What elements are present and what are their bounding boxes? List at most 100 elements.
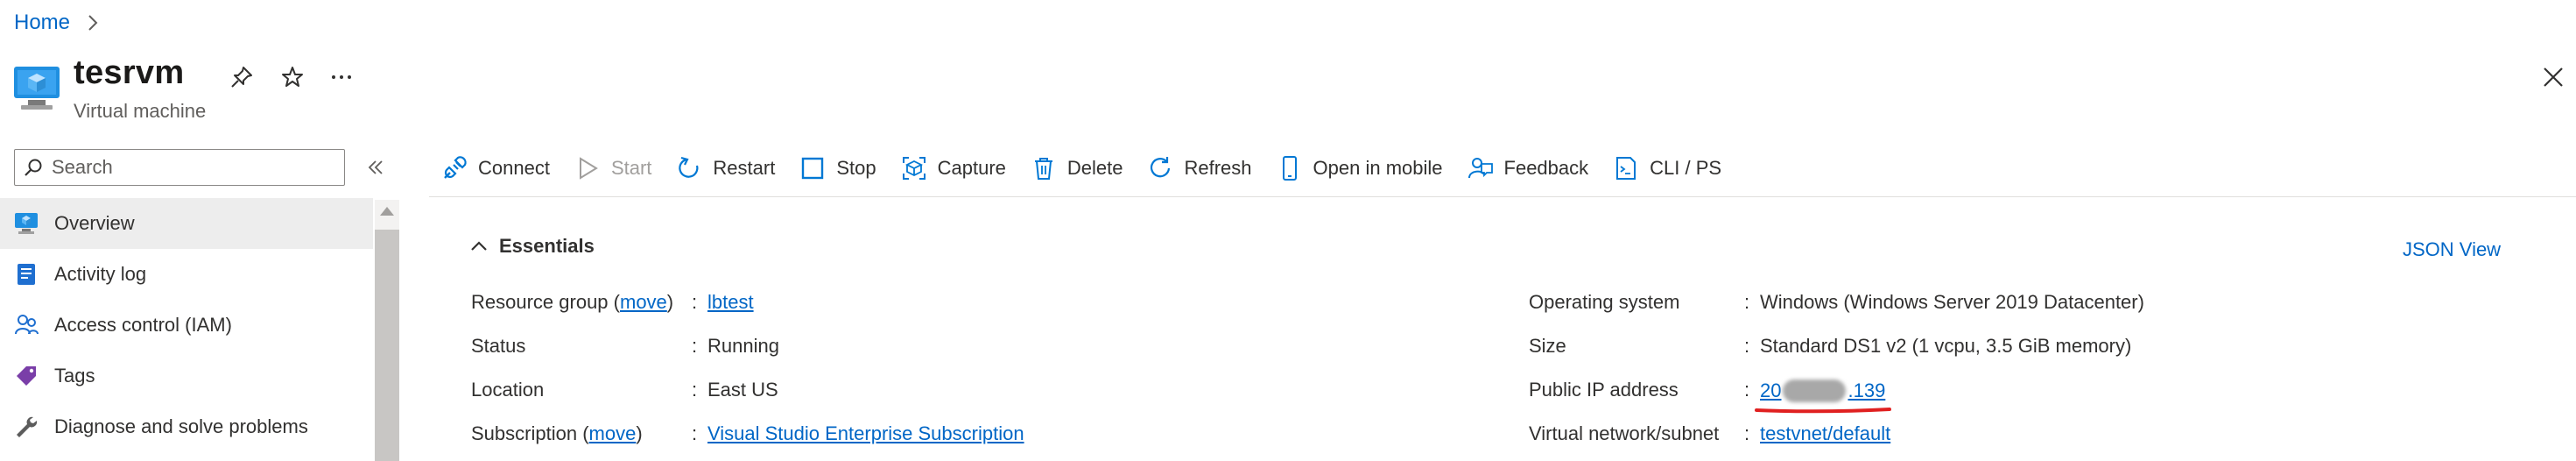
resource-type-subtitle: Virtual machine — [74, 100, 207, 122]
start-button[interactable]: Start — [574, 155, 651, 181]
sidebar-item-label: Overview — [54, 212, 135, 234]
cli-ps-label: CLI / PS — [1650, 157, 1722, 179]
public-ip-end[interactable]: .139 — [1848, 379, 1885, 402]
sidebar-scrollbar-thumb[interactable] — [375, 230, 399, 461]
colon-separator: : — [692, 379, 698, 401]
json-view-link[interactable]: JSON View — [2403, 238, 2501, 261]
colon-separator: : — [1744, 422, 1750, 444]
stop-icon — [802, 157, 824, 180]
trash-icon — [1034, 158, 1052, 180]
search-input[interactable] — [52, 156, 332, 179]
sidebar-item-label: Tags — [54, 365, 95, 387]
size-value: Standard DS1 v2 (1 vcpu, 3.5 GiB memory) — [1760, 335, 2132, 357]
chevron-right-icon — [88, 15, 98, 31]
start-label: Start — [610, 157, 652, 179]
subscription-label: Subscription (move) — [471, 422, 643, 444]
close-icon — [2544, 67, 2563, 87]
feedback-icon — [1467, 158, 1493, 179]
connect-plug-icon — [444, 156, 467, 179]
restart-label: Restart — [713, 157, 776, 179]
mobile-phone-icon — [1282, 156, 1297, 181]
iam-icon — [15, 315, 39, 335]
capture-button[interactable]: Capture — [901, 155, 1006, 181]
feedback-label: Feedback — [1503, 157, 1589, 179]
search-icon — [25, 159, 42, 176]
location-label: Location — [471, 379, 545, 401]
collapse-sidebar-button[interactable] — [361, 152, 391, 182]
connect-label: Connect — [478, 157, 550, 179]
resource-group-value[interactable]: lbtest — [707, 291, 754, 314]
colon-separator: : — [1744, 379, 1750, 401]
virtual-machine-icon — [14, 67, 60, 110]
delete-label: Delete — [1066, 157, 1123, 179]
close-blade-button[interactable] — [2536, 60, 2571, 95]
connect-button[interactable]: Connect — [441, 155, 550, 181]
cli-terminal-icon — [1616, 157, 1636, 180]
pin-icon — [231, 67, 252, 88]
subscription-label-text: Subscription — [471, 422, 578, 444]
feedback-button[interactable]: Feedback — [1467, 155, 1589, 181]
subscription-move-link[interactable]: move — [589, 422, 637, 444]
command-bar: Connect Start Restart Stop Capture Delet… — [441, 151, 1746, 186]
public-ip-value[interactable]: 20 .139 — [1760, 379, 1885, 403]
open-in-mobile-button[interactable]: Open in mobile — [1277, 155, 1443, 181]
restart-button[interactable]: Restart — [676, 155, 775, 181]
sidebar-item-diagnose[interactable]: Diagnose and solve problems — [0, 401, 373, 452]
cli-ps-button[interactable]: CLI / PS — [1613, 155, 1721, 181]
stop-label: Stop — [836, 157, 876, 179]
redacted-blur — [1783, 379, 1847, 402]
vnet-label: Virtual network/subnet — [1529, 422, 1720, 444]
os-value: Windows (Windows Server 2019 Datacenter) — [1760, 291, 2144, 313]
refresh-button[interactable]: Refresh — [1147, 155, 1252, 181]
activity-log-icon — [18, 264, 35, 285]
overview-icon — [15, 213, 38, 234]
public-ip-start[interactable]: 20 — [1760, 379, 1781, 402]
sidebar-menu: Overview Activity log Access control (IA… — [0, 198, 373, 452]
resource-group-move-link[interactable]: move — [620, 291, 667, 313]
pin-button[interactable] — [224, 60, 259, 95]
tag-icon — [17, 366, 36, 386]
favorite-button[interactable] — [275, 60, 310, 95]
subscription-value[interactable]: Visual Studio Enterprise Subscription — [707, 422, 1024, 445]
double-chevron-left-icon — [368, 160, 383, 174]
vnet-value[interactable]: testvnet/default — [1760, 422, 1890, 445]
sidebar-item-overview[interactable]: Overview — [0, 198, 373, 249]
delete-button[interactable]: Delete — [1031, 155, 1123, 181]
resource-group-label: Resource group (move) — [471, 291, 674, 313]
colon-separator: : — [1744, 335, 1750, 357]
red-annotation-underline — [1755, 408, 1891, 414]
capture-label: Capture — [937, 157, 1006, 179]
sidebar-item-access-control[interactable]: Access control (IAM) — [0, 300, 373, 351]
colon-separator: : — [1744, 291, 1750, 313]
scroll-up-arrow-icon[interactable] — [378, 205, 396, 217]
os-label: Operating system — [1529, 291, 1680, 313]
refresh-label: Refresh — [1184, 157, 1252, 179]
colon-separator: : — [692, 422, 698, 444]
breadcrumb: Home — [14, 9, 103, 37]
sidebar-item-label: Activity log — [54, 263, 147, 285]
essentials-toggle[interactable]: Essentials — [469, 235, 595, 258]
breadcrumb-home-link[interactable]: Home — [14, 11, 70, 35]
more-icon — [332, 75, 351, 79]
wrench-icon — [17, 416, 38, 437]
stop-button[interactable]: Stop — [799, 155, 876, 181]
sidebar-search[interactable] — [14, 149, 345, 186]
size-label: Size — [1529, 335, 1566, 357]
capture-icon — [902, 157, 926, 180]
status-label: Status — [471, 335, 526, 357]
page-title: tesrvm — [74, 54, 185, 91]
resource-group-label-text: Resource group — [471, 291, 609, 313]
open-in-mobile-label: Open in mobile — [1313, 157, 1443, 179]
sidebar-item-label: Diagnose and solve problems — [54, 415, 308, 437]
play-icon — [579, 157, 598, 180]
essentials-title: Essentials — [499, 235, 595, 257]
location-value: East US — [707, 379, 778, 401]
sidebar-item-tags[interactable]: Tags — [0, 351, 373, 401]
more-options-button[interactable] — [324, 60, 359, 95]
star-icon — [282, 67, 303, 87]
public-ip-label: Public IP address — [1529, 379, 1679, 401]
toolbar-divider — [429, 196, 2576, 197]
status-value: Running — [707, 335, 779, 357]
sidebar-item-activity-log[interactable]: Activity log — [0, 249, 373, 300]
restart-icon — [679, 156, 699, 178]
